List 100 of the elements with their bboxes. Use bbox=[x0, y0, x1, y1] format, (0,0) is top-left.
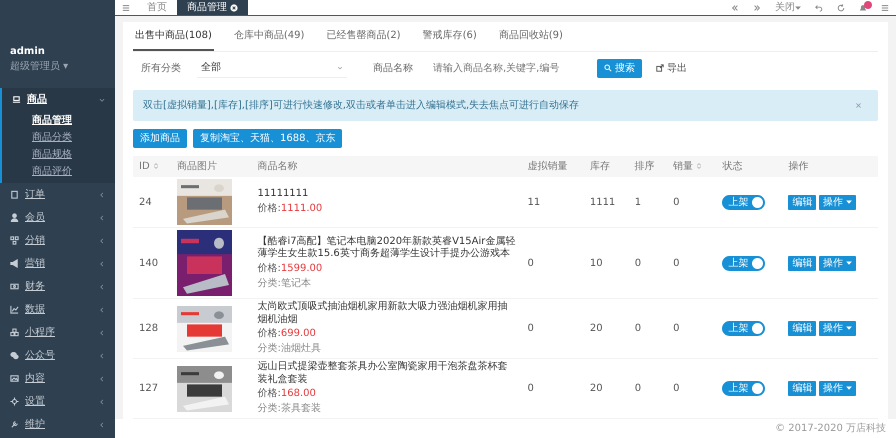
filter-label: 所有分类 bbox=[140, 62, 182, 76]
submenu-item[interactable]: 商品分类 bbox=[2, 128, 115, 145]
chevron-left-icon bbox=[99, 238, 105, 244]
chevron-left-icon bbox=[99, 306, 105, 312]
sidebar-item[interactable]: 商品 bbox=[0, 88, 115, 111]
table-cell: 0 bbox=[522, 298, 584, 358]
submenu-item[interactable]: 商品规格 bbox=[2, 145, 115, 162]
chevron-left-icon bbox=[99, 330, 105, 336]
copyright-text: © 2017-2020 万店科技 bbox=[775, 423, 886, 434]
table-cell: 128 bbox=[133, 298, 172, 358]
network-icon bbox=[10, 236, 19, 245]
page-tab[interactable]: 首页 bbox=[137, 0, 177, 15]
product-price: 价格:1111.00 bbox=[258, 202, 324, 216]
edit-button[interactable]: 编辑 bbox=[788, 381, 816, 396]
status-toggle[interactable]: 上架 bbox=[722, 256, 766, 270]
chevron-left-icon bbox=[99, 352, 105, 358]
chevron-left-icon bbox=[99, 260, 105, 266]
tab[interactable]: 已经售罄商品(2) bbox=[324, 22, 403, 51]
edit-button[interactable]: 编辑 bbox=[788, 321, 816, 336]
page-tab[interactable]: 商品管理 bbox=[177, 0, 248, 15]
edit-button[interactable]: 编辑 bbox=[788, 194, 816, 210]
caret-icon bbox=[846, 260, 852, 266]
table-cell: 10 bbox=[584, 228, 629, 298]
status-toggle[interactable]: 上架 bbox=[722, 194, 766, 210]
money-icon bbox=[10, 282, 19, 291]
action-button[interactable]: 复制淘宝、天猫、1688、京东 bbox=[193, 129, 342, 148]
chevron-left-icon bbox=[99, 192, 105, 198]
export-button[interactable]: 导出 bbox=[650, 60, 693, 76]
operations-dropdown[interactable]: 操作 bbox=[818, 381, 856, 396]
operations-dropdown[interactable]: 操作 bbox=[818, 256, 856, 270]
caret-icon bbox=[337, 64, 343, 70]
sidebar-item[interactable]: 会员 bbox=[0, 206, 115, 229]
column-header: 商品名称 bbox=[252, 156, 522, 177]
menu-icon bbox=[122, 4, 130, 12]
product-name: 【酷睿i7高配】笔记本电脑2020年新款英睿V15Air金属轻薄学生女生款15.6英寸商务超薄学生设计手提办公游戏本 bbox=[258, 236, 516, 260]
sidebar-item[interactable]: 设置 bbox=[0, 390, 115, 413]
caret-icon bbox=[846, 198, 852, 205]
search-button[interactable]: 搜索 bbox=[597, 58, 642, 78]
column-header: 虚拟销量 bbox=[522, 156, 584, 177]
sidebar-item[interactable]: 维护 bbox=[0, 413, 115, 436]
chevron-left-icon bbox=[99, 422, 105, 428]
table-cell: 11 bbox=[522, 177, 584, 228]
status-toggle[interactable]: 上架 bbox=[722, 321, 766, 336]
product-name: 11111111 bbox=[258, 188, 310, 201]
refresh-icon bbox=[837, 4, 845, 12]
tab[interactable]: 仓库中商品(49) bbox=[232, 22, 306, 51]
table-cell: 0 bbox=[628, 228, 668, 298]
chevron-left-icon bbox=[99, 376, 105, 382]
user-role-menu[interactable]: 超级管理员 ▾ bbox=[10, 59, 105, 74]
operations-dropdown[interactable]: 操作 bbox=[818, 194, 856, 210]
table-cell: 24 bbox=[133, 177, 172, 228]
cubes-icon bbox=[10, 328, 19, 337]
sidebar-item[interactable]: 订单 bbox=[0, 183, 115, 206]
caret-icon bbox=[795, 4, 801, 10]
category-select[interactable]: 全部 bbox=[197, 58, 347, 78]
table-cell: 1 bbox=[628, 177, 668, 228]
sidebar-item[interactable]: 数据 bbox=[0, 298, 115, 321]
product-price: 价格:699.00 bbox=[258, 326, 317, 341]
bell-icon bbox=[859, 4, 867, 12]
sort-icon bbox=[696, 163, 702, 170]
status-toggle[interactable]: 上架 bbox=[722, 381, 766, 396]
megaphone-icon bbox=[10, 259, 19, 268]
product-price: 价格:168.00 bbox=[258, 386, 317, 401]
column-header: 商品图片 bbox=[171, 156, 252, 177]
product-category: 分类:茶具套装 bbox=[258, 402, 322, 416]
sidebar-item[interactable]: 财务 bbox=[0, 275, 115, 298]
product-name: 远山日式提梁壶整套茶具办公室陶瓷家用干泡茶盘茶杯套装礼盒套装 bbox=[258, 361, 508, 386]
sidebar-item[interactable]: 营销 bbox=[0, 252, 115, 275]
column-header[interactable]: ID bbox=[139, 161, 150, 172]
tab[interactable]: 警戒库存(6) bbox=[420, 22, 479, 51]
sort-icon bbox=[152, 163, 159, 170]
table-cell: 140 bbox=[133, 228, 172, 298]
submenu-item[interactable]: 商品管理 bbox=[2, 111, 115, 128]
column-header: 库存 bbox=[584, 156, 629, 177]
column-header: 操作 bbox=[782, 156, 878, 177]
laptop-icon bbox=[12, 95, 21, 104]
table-cell: 0 bbox=[522, 228, 584, 298]
clipboard-icon bbox=[10, 190, 19, 199]
table-cell: 0 bbox=[667, 228, 716, 298]
tab[interactable]: 出售中商品(108) bbox=[133, 22, 214, 51]
alert-text: 双击[虚拟销量],[库存],[排序]可进行快速修改,双击或者单击进入编辑模式,失去焦点可进行自动保存 bbox=[143, 98, 580, 113]
sidebar-item[interactable]: 分销 bbox=[0, 229, 115, 252]
sidebar-item[interactable]: 小程序 bbox=[0, 321, 115, 344]
chevron-down-icon bbox=[99, 96, 105, 102]
person-icon bbox=[10, 213, 19, 222]
table-cell: 0 bbox=[667, 177, 716, 228]
operations-dropdown[interactable]: 操作 bbox=[818, 321, 856, 336]
sidebar-item[interactable]: 公众号 bbox=[0, 344, 115, 367]
edit-button[interactable]: 编辑 bbox=[788, 256, 816, 270]
chat-icon bbox=[10, 351, 19, 360]
close-tabs-menu[interactable]: 关闭 bbox=[768, 0, 808, 15]
product-price: 价格:1599.00 bbox=[258, 262, 324, 276]
tab[interactable]: 商品回收站(9) bbox=[496, 22, 565, 51]
sidebar-item[interactable]: 内容 bbox=[0, 367, 115, 390]
table-cell: 20 bbox=[584, 298, 629, 358]
close-icon bbox=[855, 102, 862, 109]
column-header: 状态 bbox=[716, 156, 782, 177]
action-button[interactable]: 添加商品 bbox=[133, 129, 187, 148]
submenu-item[interactable]: 商品评价 bbox=[2, 162, 115, 179]
product-category: 分类:油烟灶具 bbox=[258, 342, 322, 356]
